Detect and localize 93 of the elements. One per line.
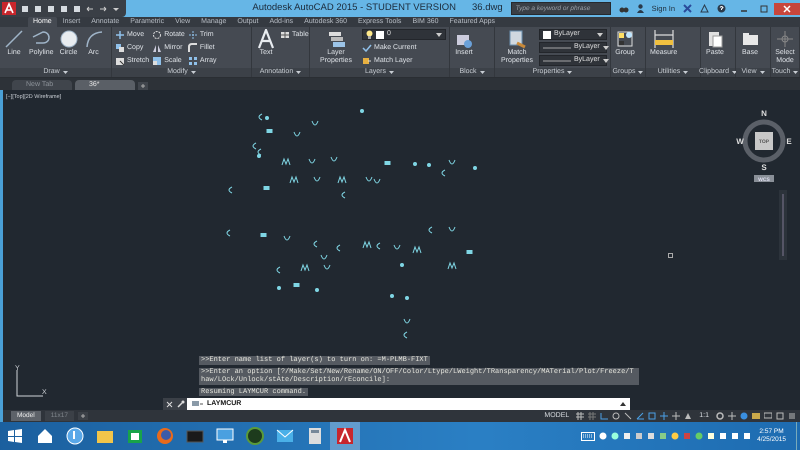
caret-icon — [436, 32, 442, 36]
swatch-icon — [543, 30, 551, 38]
linetype-icon — [543, 58, 571, 62]
fullscreen-icon[interactable] — [776, 412, 784, 420]
arrows-icon — [115, 30, 125, 40]
tray-square-icon[interactable] — [647, 432, 656, 440]
layer-check-icon — [362, 42, 372, 52]
caret-up-icon[interactable] — [620, 402, 626, 406]
angle-icon[interactable] — [600, 412, 608, 420]
customize-button[interactable] — [175, 398, 187, 410]
dot-grid-icon[interactable] — [588, 412, 596, 420]
point-marker-icon — [668, 253, 673, 258]
caret-icon — [597, 32, 603, 36]
caret-icon[interactable] — [62, 71, 68, 74]
home-icon — [35, 426, 55, 446]
tray-square-icon[interactable] — [635, 432, 644, 440]
letter-a-icon — [335, 426, 355, 446]
undo-icon[interactable] — [86, 4, 94, 12]
caret-icon — [602, 58, 609, 62]
crosshair-icon — [775, 29, 795, 49]
stretch-icon — [115, 56, 125, 66]
fillet-icon — [188, 42, 198, 52]
caret-icon — [602, 46, 609, 50]
plus-icon[interactable] — [728, 412, 736, 420]
caret-icon[interactable] — [732, 71, 737, 74]
redo-icon[interactable] — [99, 4, 107, 12]
taskbar-app-button[interactable] — [330, 422, 360, 450]
ucs-axes-icon — [16, 370, 44, 396]
polar-icon[interactable] — [612, 412, 620, 420]
rotate-icon — [152, 30, 162, 40]
prompt-icon — [191, 400, 203, 408]
caret-icon[interactable] — [760, 71, 765, 74]
keyboard-icon[interactable] — [581, 432, 596, 440]
square-icon[interactable] — [648, 412, 656, 420]
triangle-icon[interactable] — [700, 4, 709, 13]
compass-ring[interactable] — [742, 120, 786, 162]
caret-icon[interactable] — [683, 71, 688, 74]
plus-icon[interactable] — [138, 82, 148, 90]
compass-north[interactable]: N — [761, 109, 767, 118]
swatch-icon — [376, 30, 384, 38]
caret-icon[interactable] — [793, 71, 798, 74]
ruler-icon — [654, 29, 674, 49]
tray-circle-icon[interactable] — [671, 432, 680, 440]
close-button[interactable] — [163, 398, 175, 410]
letter-icon — [256, 29, 276, 49]
file-name: 36.dwg — [472, 1, 503, 16]
monitor-icon[interactable] — [764, 412, 772, 420]
brush-icon — [507, 29, 527, 49]
compass-south[interactable]: S — [761, 163, 767, 172]
caret-icon[interactable] — [296, 71, 302, 74]
tray-circle-icon[interactable] — [695, 432, 704, 440]
tray-square-icon[interactable] — [623, 432, 632, 440]
caret-icon[interactable] — [389, 71, 394, 74]
monitor-icon — [215, 426, 235, 446]
caret-icon[interactable] — [190, 71, 196, 74]
scale-icon — [152, 56, 162, 66]
ring-icon — [245, 426, 265, 446]
slash-icon[interactable] — [624, 412, 632, 420]
window-title: Autodesk AutoCAD 2015 - STUDENT VERSION — [252, 1, 456, 16]
caret-icon[interactable] — [480, 71, 485, 74]
help-icon[interactable] — [717, 4, 726, 13]
app-logo-icon[interactable] — [2, 2, 16, 15]
tray-circle-icon[interactable] — [599, 432, 608, 440]
grid-icon[interactable] — [576, 412, 584, 420]
tray-circle-icon[interactable] — [611, 432, 620, 440]
caret-icon[interactable] — [567, 71, 572, 74]
menu-icon[interactable] — [788, 412, 796, 420]
triangle-icon[interactable] — [684, 412, 692, 420]
array-icon — [188, 56, 198, 66]
table-icon — [280, 30, 290, 40]
user-icon — [636, 4, 644, 13]
close-icon — [783, 4, 791, 12]
wrench-icon — [177, 400, 185, 408]
circle-icon — [58, 29, 79, 49]
plus-icon[interactable] — [78, 412, 88, 420]
close-button[interactable] — [774, 2, 800, 14]
compass-east[interactable]: E — [786, 137, 792, 146]
angle-icon[interactable] — [636, 412, 644, 420]
compass-west[interactable]: W — [736, 137, 744, 146]
bulb-icon — [366, 30, 373, 39]
line-icon — [4, 29, 24, 49]
tray-square-icon[interactable] — [659, 432, 668, 440]
maximize-icon — [760, 4, 768, 12]
new-file-icon[interactable] — [21, 4, 29, 12]
linetype-icon — [543, 46, 571, 50]
close-icon — [166, 400, 172, 408]
circle-icon[interactable] — [740, 412, 748, 420]
caret-icon[interactable] — [638, 71, 644, 74]
mirror-icon — [152, 42, 162, 52]
copy-icon — [115, 42, 125, 52]
binoculars-icon[interactable] — [618, 4, 629, 12]
arc-icon — [84, 29, 104, 49]
scissor-line-icon — [188, 30, 198, 40]
